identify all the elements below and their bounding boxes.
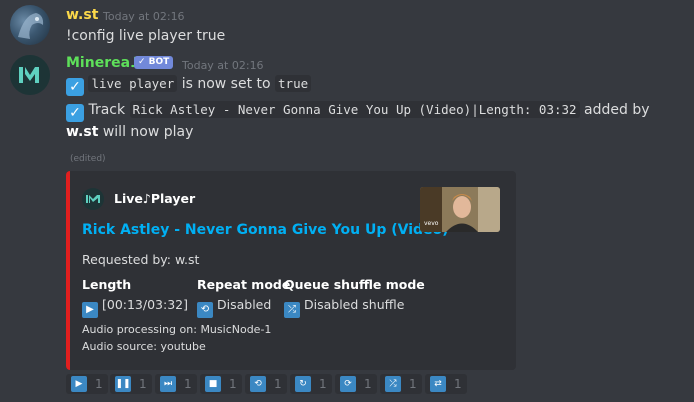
embed-title-link[interactable]: Rick Astley - Never Gonna Give You Up (V… <box>82 222 449 238</box>
reaction-stop[interactable]: ■ 1 <box>200 374 242 394</box>
reaction-shuffle-queue[interactable]: ⇄ 1 <box>425 374 467 394</box>
inline-code: Rick Astley - Never Gonna Give You Up (V… <box>129 101 580 118</box>
avatar-minerea[interactable] <box>10 55 50 95</box>
footer-audio-source: Audio source: youtube <box>82 340 206 353</box>
shuffle-queue-icon: ⇄ <box>430 376 446 392</box>
video-thumbnail[interactable]: vevo <box>420 187 500 232</box>
minerea-logo-icon <box>86 195 100 203</box>
reaction-skip[interactable]: ⏭ 1 <box>155 374 197 394</box>
repeat-value: Disabled <box>216 297 272 312</box>
repeat-one-icon: ↻ <box>295 376 311 392</box>
message-text: Track <box>88 102 126 118</box>
repeat-all-icon: ⟳ <box>340 376 356 392</box>
mention-user[interactable]: w.st <box>66 124 98 140</box>
reaction-play[interactable]: ▶ 1 <box>66 374 108 394</box>
length-value: [00:13/03:32] <box>101 297 188 312</box>
field-repeat-value: ⟲ Disabled <box>197 297 271 318</box>
check-icon: ✓ <box>66 104 84 122</box>
edited-label: (edited) <box>70 154 106 164</box>
field-shuffle-value: ⤮ Disabled shuffle <box>284 297 404 318</box>
inline-code: true <box>275 75 312 92</box>
message-line-3: w.st will now play <box>66 124 193 140</box>
reaction-repeat[interactable]: ⟲ 1 <box>245 374 287 394</box>
skip-forward-icon: ⏭ <box>160 376 176 392</box>
message-text: !config live player true <box>66 28 226 44</box>
repeat-icon: ⟲ <box>197 302 213 318</box>
stop-icon: ■ <box>205 376 221 392</box>
music-player-embed: Live♪Player Rick Astley - Never Gonna Gi… <box>66 171 516 370</box>
requested-by: Requested by: w.st <box>82 252 200 267</box>
message-text: will now play <box>102 124 194 140</box>
shuffle-value: Disabled shuffle <box>303 297 405 312</box>
footer-audio-processing: Audio processing on: MusicNode-1 <box>82 323 272 336</box>
play-icon: ▶ <box>82 302 98 318</box>
bot-badge: ✓ BOT <box>134 56 174 69</box>
embed-author-icon <box>82 188 104 210</box>
reaction-repeat-one[interactable]: ↻ 1 <box>290 374 332 394</box>
shuffle-icon: ⤮ <box>284 302 300 318</box>
message-text: added by <box>584 102 650 118</box>
reaction-pause[interactable]: ❚❚ 1 <box>110 374 152 394</box>
field-length-name: Length <box>82 277 132 292</box>
message-text: is now set to <box>181 76 271 92</box>
avatar-wst[interactable] <box>10 5 50 45</box>
field-repeat-name: Repeat mode <box>197 277 291 292</box>
check-icon: ✓ <box>66 78 84 96</box>
reaction-repeat-all[interactable]: ⟳ 1 <box>335 374 377 394</box>
inline-code: live player <box>88 75 178 92</box>
reaction-shuffle[interactable]: ⤮ 1 <box>380 374 422 394</box>
vevo-label: vevo <box>424 220 439 227</box>
embed-accent-bar <box>66 171 70 370</box>
field-length-value: ▶ [00:13/03:32] <box>82 297 188 318</box>
shuffle-icon: ⤮ <box>385 376 401 392</box>
username-wst[interactable]: w.st <box>66 7 98 23</box>
timestamp: Today at 02:16 <box>103 10 185 23</box>
message-line-2: ✓ Track Rick Astley - Never Gonna Give Y… <box>66 101 650 122</box>
field-shuffle-name: Queue shuffle mode <box>284 277 425 292</box>
pause-icon: ❚❚ <box>115 376 131 392</box>
timestamp: Today at 02:16 <box>182 59 264 72</box>
minerea-logo-icon <box>10 55 50 95</box>
message-line-1: ✓ live player is now set to true <box>66 75 312 96</box>
repeat-icon: ⟲ <box>250 376 266 392</box>
play-icon: ▶ <box>71 376 87 392</box>
username-minerea[interactable]: Minerea♪ <box>66 55 139 71</box>
dragon-avatar-icon <box>18 13 44 39</box>
embed-author-name: Live♪Player <box>114 191 196 206</box>
